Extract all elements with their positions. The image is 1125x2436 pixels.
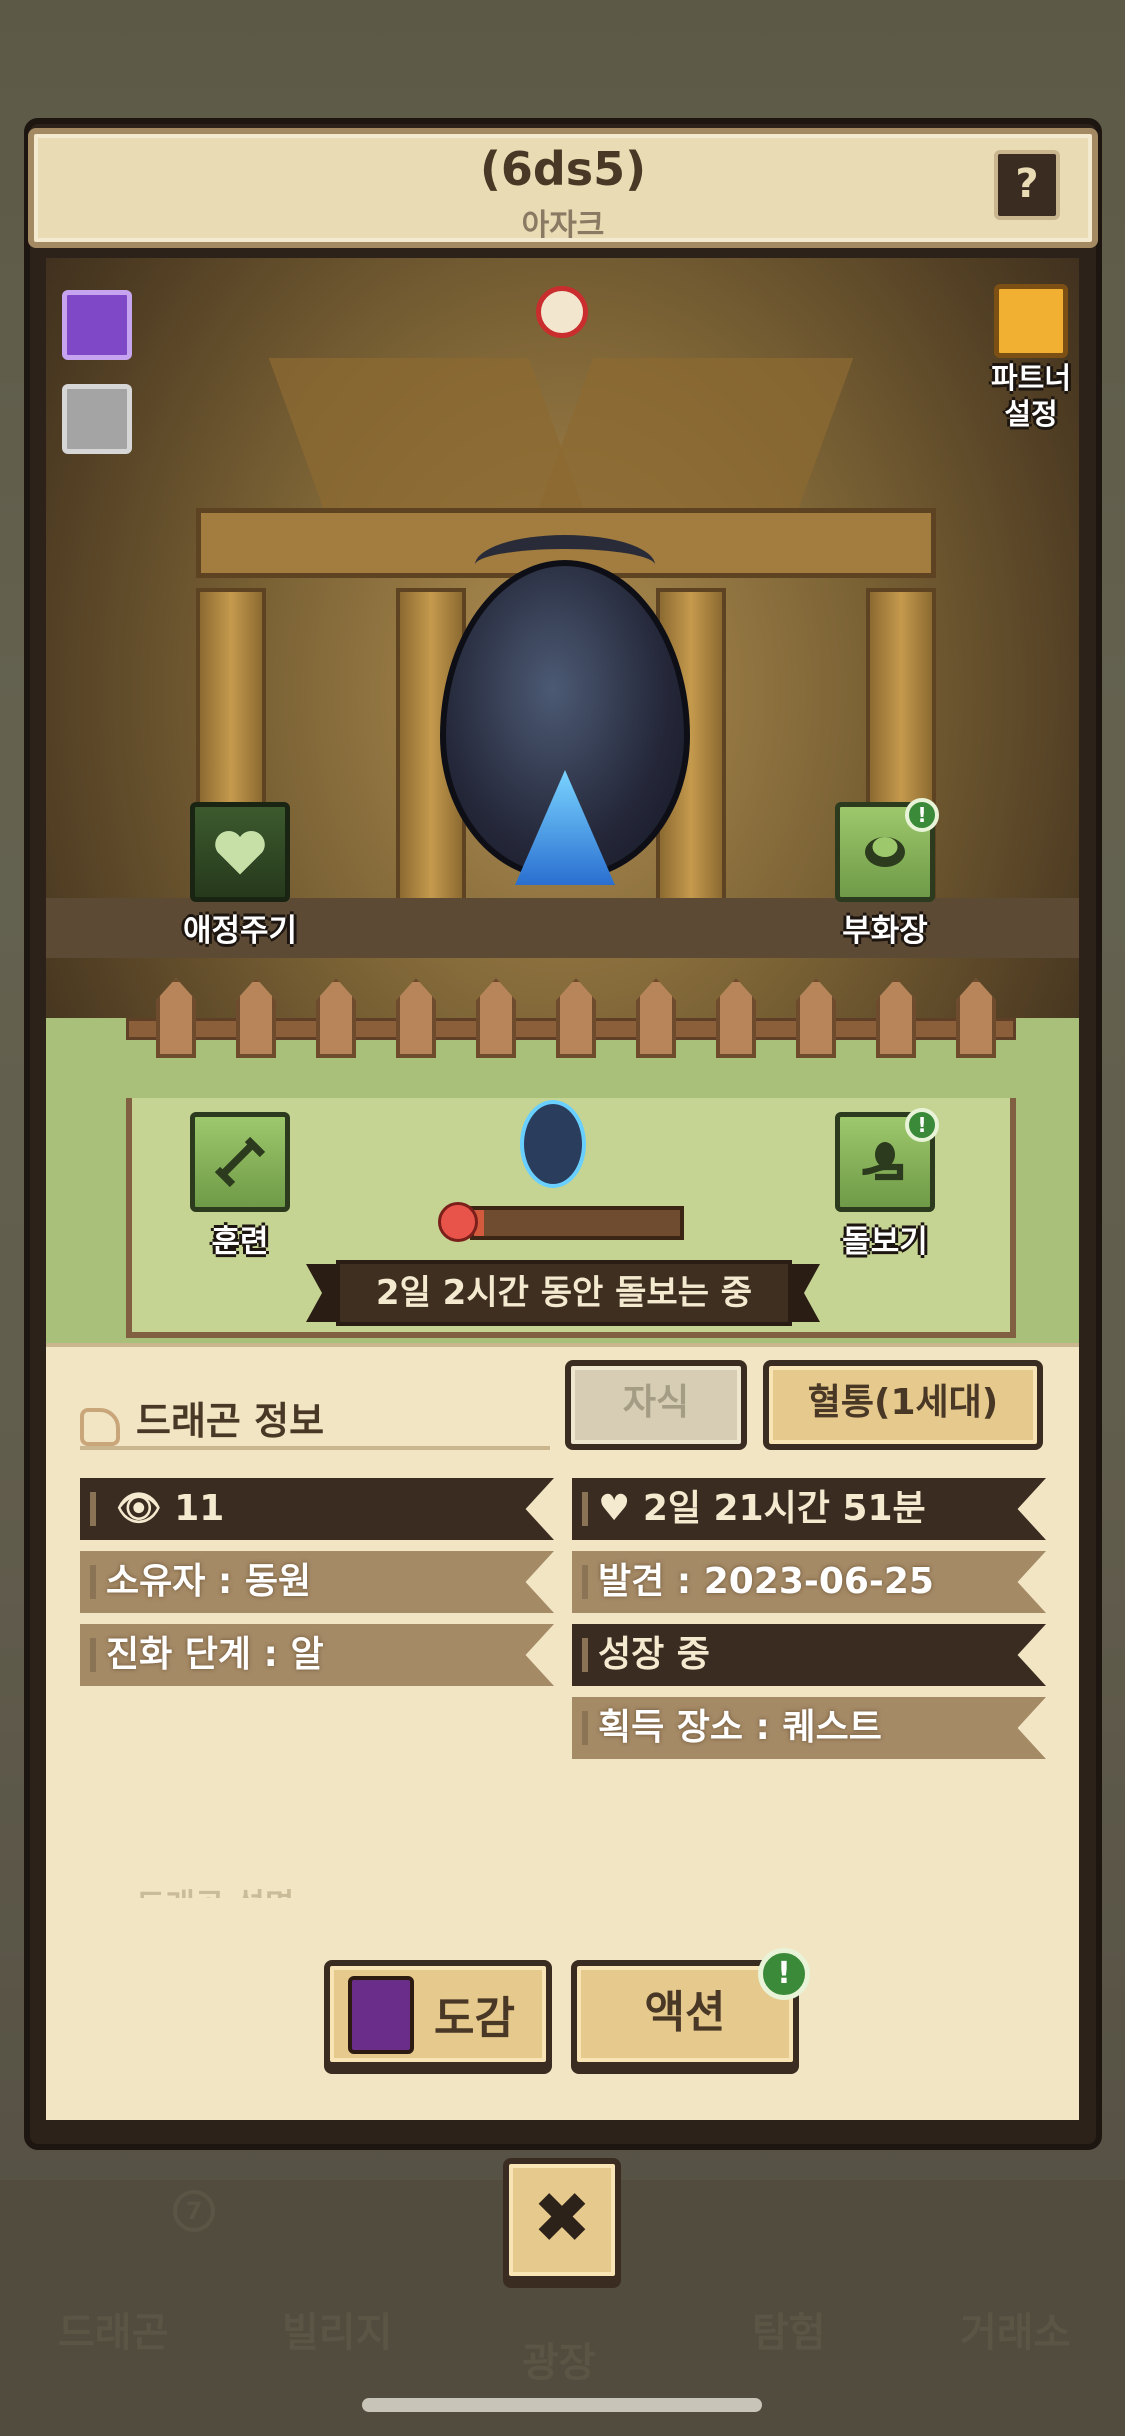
owner-text: 소유자 : 동원	[106, 1561, 312, 1602]
dragon-outline-icon	[80, 1408, 120, 1446]
affection-button[interactable]	[190, 802, 290, 902]
tab-bloodline[interactable]: 혈통(1세대)	[763, 1360, 1043, 1450]
no-food-icon	[536, 286, 588, 338]
fence-post	[796, 978, 836, 1058]
views-row: 👁 11	[80, 1478, 554, 1540]
fence-post	[156, 978, 196, 1058]
help-button[interactable]: ?	[994, 150, 1060, 220]
mood-bar	[470, 1206, 684, 1240]
stage-row: 진화 단계 : 알	[80, 1624, 554, 1686]
growth-text: 성장 중	[598, 1634, 710, 1675]
origin-text: 획득 장소 : 퀘스트	[598, 1707, 882, 1748]
fence-post	[956, 978, 996, 1058]
fence-post	[476, 978, 516, 1058]
growth-row: 성장 중	[572, 1624, 1046, 1686]
care-alert-badge: !	[905, 1108, 939, 1142]
fence-post	[716, 978, 756, 1058]
dragon-species: 아자크	[521, 208, 605, 243]
view-count: 11	[174, 1488, 225, 1529]
close-button[interactable]: ✖	[503, 2158, 621, 2282]
dex-button[interactable]: 도감	[324, 1960, 552, 2068]
nest-icon	[865, 837, 905, 867]
statue-wing-right	[538, 358, 854, 508]
hatchery-label: 부화장	[842, 913, 928, 949]
age-row: ♥ 2일 21시간 51분	[572, 1478, 1046, 1540]
modal-header: (6ds5) 아자크	[28, 128, 1098, 248]
crown-icon[interactable]	[994, 284, 1068, 358]
description-heading: 드래곤 설명	[136, 1880, 294, 1898]
fence-post	[556, 978, 596, 1058]
dex-label: 도감	[434, 1993, 515, 2044]
stage-text: 진화 단계 : 알	[106, 1634, 324, 1675]
fence-post	[396, 978, 436, 1058]
affection-label: 애정주기	[182, 913, 298, 949]
dragon-egg-sprite	[520, 1100, 586, 1188]
hatchery-alert-badge: !	[905, 798, 939, 832]
age-text: 2일 21시간 51분	[642, 1488, 926, 1529]
partner-setting-label: 파트너 설정	[990, 361, 1072, 431]
angry-face-icon	[438, 1202, 478, 1242]
dragon-name: (6ds5)	[479, 142, 647, 196]
title-underline	[80, 1446, 550, 1450]
tab-child[interactable]: 자식	[565, 1360, 747, 1450]
training-button[interactable]	[190, 1112, 290, 1212]
care-status-banner: 2일 2시간 동안 돌보는 중	[336, 1260, 792, 1326]
hand-egg-icon	[862, 1142, 904, 1181]
info-title: 드래곤 정보	[136, 1399, 325, 1443]
fence-post	[876, 978, 916, 1058]
home-indicator[interactable]	[362, 2398, 762, 2412]
heartbeat-icon: ♥	[598, 1488, 631, 1529]
found-text: 발견 : 2023-06-25	[598, 1561, 934, 1602]
heart-icon	[215, 830, 265, 875]
fence-post	[236, 978, 276, 1058]
action-alert-badge: !	[758, 1948, 810, 2000]
fence-post	[316, 978, 356, 1058]
dumbbell-icon	[214, 1136, 266, 1188]
camera-move-icon[interactable]	[62, 384, 132, 454]
book-icon	[348, 1976, 414, 2054]
found-row: 발견 : 2023-06-25	[572, 1551, 1046, 1613]
owner-row: 소유자 : 동원	[80, 1551, 554, 1613]
moon-icon[interactable]	[62, 290, 132, 360]
eye-icon: 👁	[116, 1488, 162, 1529]
origin-row: 획득 장소 : 퀘스트	[572, 1697, 1046, 1759]
training-label: 훈련	[211, 1224, 269, 1260]
care-label: 돌보기	[842, 1224, 928, 1260]
fence-post	[636, 978, 676, 1058]
statue-wing-left	[268, 358, 584, 508]
